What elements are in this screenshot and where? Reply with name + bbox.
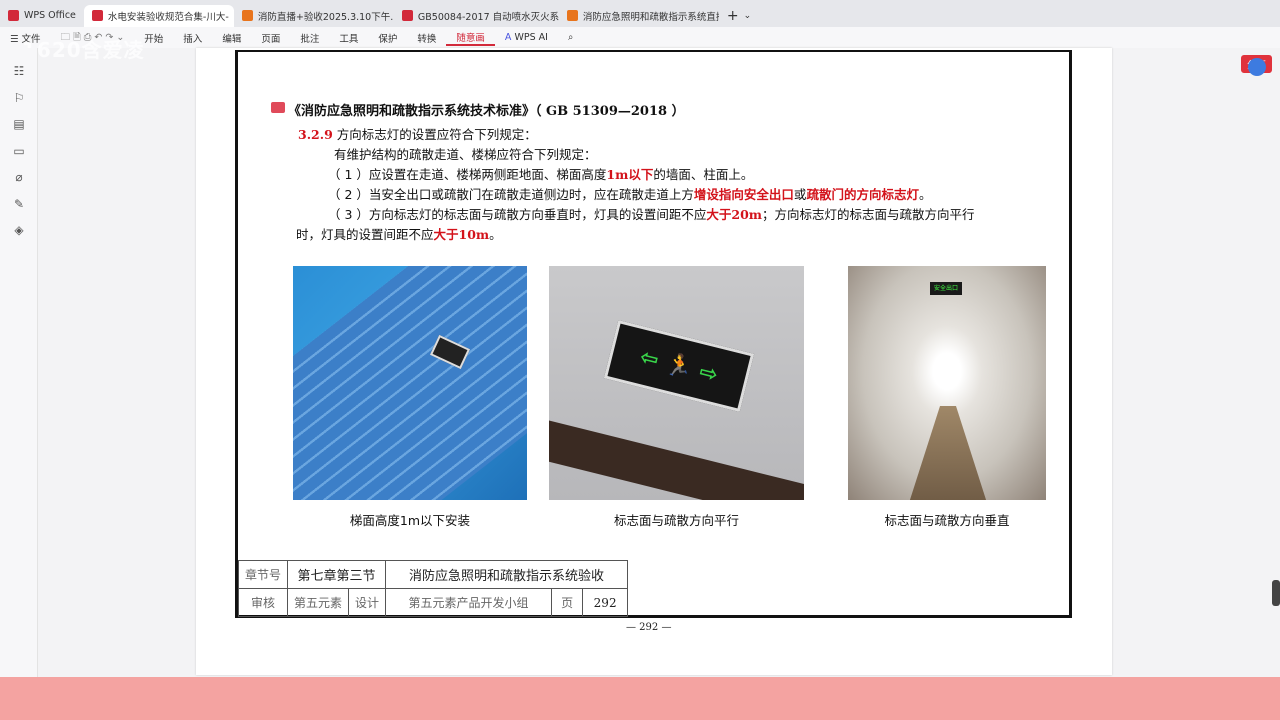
rule-3-cont: 时，灯具的设置间距不应大于10m。: [296, 227, 502, 242]
thumbnail-icon[interactable]: ▤: [0, 111, 38, 138]
ai-label: WPS AI: [514, 32, 548, 43]
menu-tools[interactable]: 工具: [329, 31, 368, 45]
cell-label: 审核: [237, 588, 289, 617]
ribbon-menu: ☰ 文件 🗀 🗎 ⎙ ↶ ↷ ⌄ 开始 插入 编辑 页面 批注 工具 保护 转换…: [0, 27, 1280, 73]
outline-icon[interactable]: ☷: [0, 58, 38, 85]
tab-doc-4[interactable]: 消防应急照明和疏散指示系统直播: [559, 5, 719, 27]
signature-icon[interactable]: ✎: [0, 191, 38, 218]
menu-edit[interactable]: 编辑: [212, 31, 251, 45]
tab-doc-2[interactable]: 消防直播+验收2025.3.10下午.pp: [234, 5, 394, 27]
ppt-icon: [566, 10, 578, 21]
book-icon: [271, 102, 285, 113]
rule-3: （ 3 ）方向标志灯的标志面与疏散方向垂直时，灯具的设置间距不应大于20m；方向…: [328, 207, 975, 222]
exit-sign-label: 安全出口: [930, 282, 962, 295]
document-page: 《消防应急照明和疏散指示系统技术标准》（ GB 51309—2018 ） 3.2…: [196, 48, 1112, 675]
pdf-icon: [401, 10, 413, 21]
caption-stair: 梯面高度1m以下安装: [349, 513, 471, 528]
tab-label: 消防直播+验收2025.3.10下午.pp: [257, 11, 394, 23]
cell-label: 章节号: [237, 560, 289, 589]
cell-subject: 消防应急照明和疏散指示系统验收: [385, 560, 629, 589]
tab-bar: WPS Office 水电安装验收规范合集-川大-• 消防直播+验收2025.3…: [0, 0, 1280, 27]
tab-doc-1[interactable]: 水电安装验收规范合集-川大-•: [83, 4, 234, 27]
caption-perpendicular: 标志面与疏散方向垂直: [884, 513, 1010, 528]
cell-designer: 第五元素产品开发小组: [385, 588, 553, 617]
assistant-icon[interactable]: [1248, 58, 1266, 76]
stair-photo: [293, 266, 527, 500]
exit-sign-parallel-photo: ⇦ 🏃 ⇨: [549, 266, 804, 500]
menu-protect[interactable]: 保护: [368, 31, 407, 45]
menu-page[interactable]: 页面: [251, 31, 290, 45]
tab-label: WPS Office: [24, 10, 76, 21]
standard-title: 《消防应急照明和疏散指示系统技术标准》（ GB 51309—2018 ）: [288, 104, 685, 119]
tab-label: GB50084-2017 自动喷水灭火系统: [417, 11, 559, 23]
bottom-overlay: [0, 677, 1280, 720]
menu-wps-ai[interactable]: A WPS AI: [495, 32, 558, 43]
tab-label: 消防应急照明和疏散指示系统直播: [582, 11, 719, 23]
cell-chapter: 第七章第三节: [287, 560, 387, 589]
cell-label: 设计: [348, 588, 387, 617]
menu-comment[interactable]: 批注: [290, 31, 329, 45]
tab-wps-home[interactable]: WPS Office: [0, 5, 84, 27]
search-icon[interactable]: ⌕: [558, 32, 583, 43]
bookmark-icon[interactable]: ⚐: [0, 85, 38, 112]
clause-text: 方向标志灯的设置应符合下列规定：: [332, 127, 537, 142]
menu-insert[interactable]: 插入: [173, 31, 212, 45]
attachment-icon[interactable]: ⌀: [0, 164, 38, 191]
cell-reviewer: 第五元素: [287, 588, 350, 617]
tab-doc-3[interactable]: GB50084-2017 自动喷水灭火系统: [394, 5, 559, 27]
pdf-icon: [91, 10, 103, 21]
new-tab-button[interactable]: + ⌄: [719, 5, 759, 27]
cell-label: 页: [551, 588, 584, 617]
menu-draw[interactable]: 随意画: [446, 30, 495, 46]
exit-arrow-icon: ⇦ 🏃 ⇨: [603, 319, 755, 413]
title-block-table: 章节号 第七章第三节 消防应急照明和疏散指示系统验收 审核 第五元素 设计 第五元素产品开…: [237, 560, 629, 617]
tab-label: 水电安装验收规范合集-川大-: [107, 11, 229, 23]
rule-1: （ 1 ）应设置在走道、楼梯两侧距地面、梯面高度1m以下的墙面、柱面上。: [328, 167, 754, 182]
wps-logo-icon: [8, 10, 19, 21]
rule-intro: 有维护结构的疏散走道、楼梯应符合下列规定：: [334, 147, 597, 162]
corridor-photo: 安全出口: [848, 266, 1046, 500]
left-sidebar: ☷ ⚐ ▤ ▭ ⌀ ✎ ◈: [0, 48, 38, 678]
cell-page: 292: [582, 588, 629, 617]
slide-frame: 《消防应急照明和疏散指示系统技术标准》（ GB 51309—2018 ） 3.2…: [235, 50, 1072, 618]
watermark: 1620含爱凌: [22, 38, 145, 62]
caption-parallel: 标志面与疏散方向平行: [613, 513, 739, 528]
ai-icon: A: [504, 32, 512, 43]
ppt-icon: [241, 10, 253, 21]
layers-icon[interactable]: ◈: [0, 217, 38, 244]
comment-icon[interactable]: ▭: [0, 138, 38, 165]
menu-convert[interactable]: 转换: [407, 31, 446, 45]
page-number: — 292 —: [626, 622, 672, 633]
scrollbar-thumb[interactable]: [1272, 580, 1280, 606]
rule-2: （ 2 ）当安全出口或疏散门在疏散走道侧边时，应在疏散走道上方增设指向安全出口或…: [328, 187, 932, 202]
clause-number: 3.2.9: [298, 127, 333, 142]
